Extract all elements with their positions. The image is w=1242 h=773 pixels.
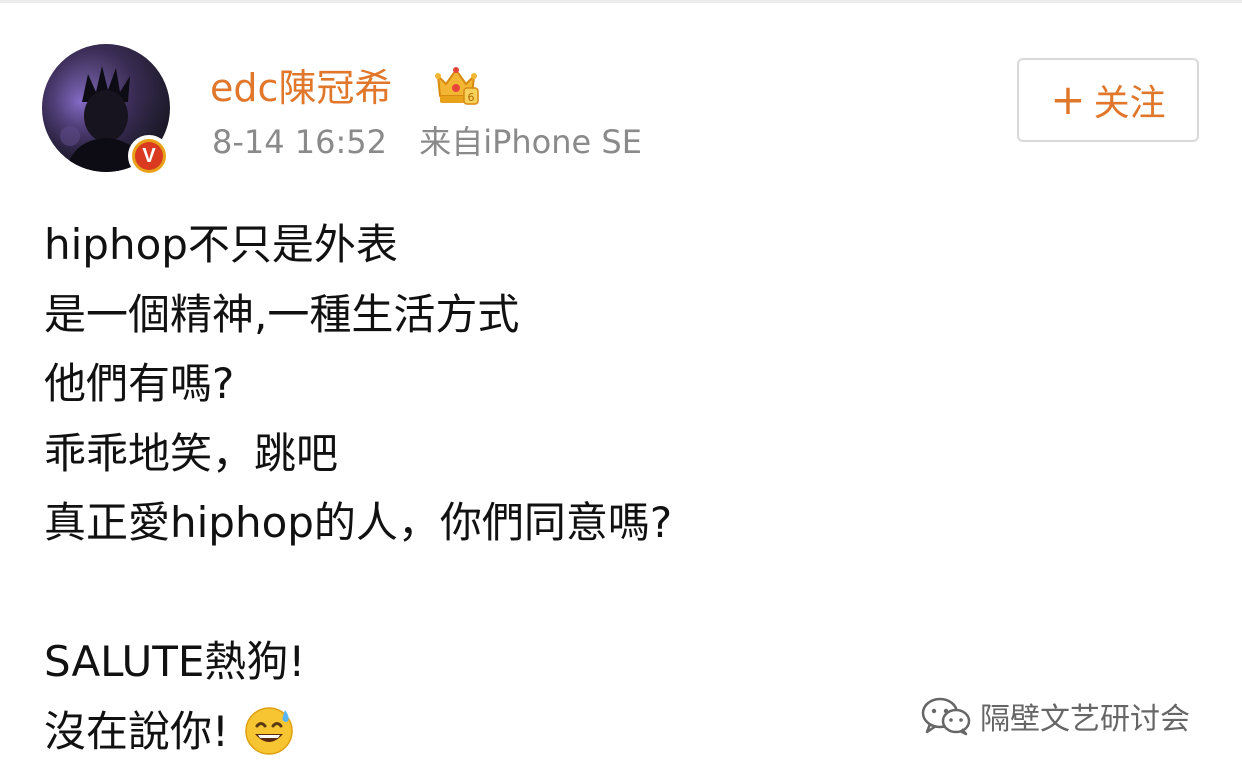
grinning-sweat-emoji (245, 707, 293, 755)
weibo-post: V edc陳冠希 6 8-14 16:52 来自iPhone SE + 关注 h… (0, 0, 1242, 773)
crown-icon: 6 (435, 67, 479, 105)
verified-badge-label: V (135, 142, 163, 170)
wechat-icon (921, 697, 971, 736)
post-line: 是一個精神,一種生活方式 (44, 289, 520, 339)
post-line: 真正愛hiphop的人，你們同意嗎? (44, 498, 673, 547)
follow-button[interactable]: + 关注 (1017, 58, 1199, 142)
plus-icon: + (1050, 75, 1086, 124)
svg-text:6: 6 (468, 91, 475, 104)
follow-button-label: 关注 (1093, 83, 1166, 124)
post-body: hiphop不只是外表 是一個精神,一種生活方式 他們有嗎? 乖乖地笑，跳吧 真… (44, 210, 1144, 766)
post-time: 8-14 16:52 (212, 123, 388, 161)
post-source[interactable]: 来自iPhone SE (419, 123, 642, 161)
post-line: hiphop不只是外表 (44, 220, 398, 269)
post-line: SALUTE熱狗! (44, 637, 306, 686)
post-meta: 8-14 16:52 来自iPhone SE (212, 118, 642, 166)
author-name[interactable]: edc陳冠希 (210, 58, 392, 118)
post-line: 他們有嗎? (44, 359, 235, 408)
post-line: 乖乖地笑，跳吧 (44, 428, 339, 478)
watermark-text: 隔壁文艺研讨会 (980, 702, 1190, 737)
watermark: 隔壁文艺研讨会 (920, 694, 1190, 738)
verified-badge: V (128, 135, 170, 177)
post-line-blank (44, 558, 1144, 628)
post-line-text: 沒在說你! (44, 706, 229, 756)
top-divider (0, 0, 1242, 3)
